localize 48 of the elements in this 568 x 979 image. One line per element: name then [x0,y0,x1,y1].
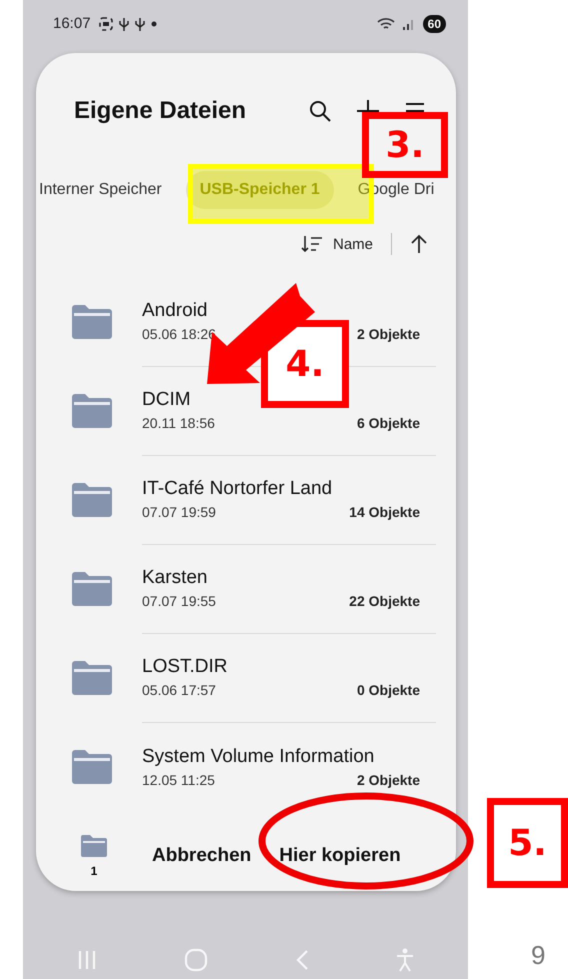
item-count: 0 Objekte [356,682,420,698]
cancel-button[interactable]: Abbrechen [138,837,266,876]
storage-tab[interactable]: Interner Speicher [39,171,176,210]
item-count: 14 Objekte [349,504,420,520]
search-icon[interactable] [308,99,332,124]
screen-title: Eigene Dateien [74,97,248,126]
folder-icon [70,570,114,607]
item-count: 6 Objekte [356,415,420,432]
folder-row[interactable]: Karsten 07.07 19:55 22 Objekte [36,544,456,634]
folder-icon [70,392,114,429]
folder-row[interactable]: IT-Café Nortorfer Land 07.07 19:59 14 Objekte [36,455,456,544]
item-count: 2 Objekte [356,772,420,788]
screenshot-icon [98,16,113,31]
sort-icon[interactable] [300,235,323,254]
folder-name: Karsten [142,567,208,590]
folder-date: 20.11 18:56 [142,415,215,432]
folder-name: DCIM [142,389,192,412]
folder-date: 07.07 19:59 [142,504,216,520]
folder-date: 05.06 17:57 [142,682,216,698]
arrow-up-icon[interactable] [410,234,428,254]
usb-icon [118,16,129,31]
item-count: 2 Objekte [356,326,420,342]
folder-icon [70,304,114,340]
folder-date: 07.07 19:55 [142,593,216,610]
folder-row[interactable]: LOST.DIR 05.06 17:57 0 Objekte [36,633,456,722]
folder-icon [70,748,114,785]
folder-name: Android [142,300,208,322]
folder-icon [70,660,114,696]
folder-date: 12.05 11:25 [142,772,215,788]
copy-here-button[interactable]: Hier kopieren [265,837,415,876]
status-time: 16:07 [53,15,91,32]
step-number: 3. [362,112,448,178]
step-number: 5. [487,798,568,888]
folder-icon [80,834,108,858]
folder-icon [70,482,114,518]
battery-level: 60 [422,14,446,33]
folder-name: System Volume Information [142,746,376,768]
folder-name: IT-Café Nortorfer Land [142,478,334,500]
item-count: 22 Objekte [349,593,420,610]
sort-label[interactable]: Name [332,236,373,253]
folder-name: LOST.DIR [142,656,229,678]
page-number: 9 [531,940,546,971]
signal-icon [402,18,415,30]
folder-row[interactable]: System Volume Information 12.05 11:25 2 Objekte [36,722,456,812]
usb-icon [134,16,145,31]
wifi-icon [376,16,395,31]
dot-icon [150,20,157,27]
selection-count: 1 [90,864,98,878]
